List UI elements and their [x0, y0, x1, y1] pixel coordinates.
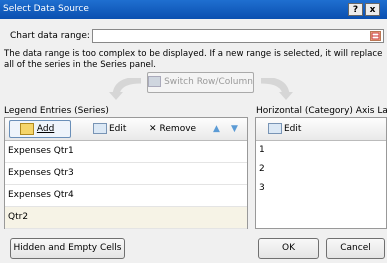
add-series-label: Add — [36, 124, 55, 134]
close-button[interactable]: x — [365, 3, 380, 16]
range-collapse-icon[interactable] — [370, 31, 381, 41]
help-button[interactable]: ? — [348, 3, 363, 16]
edit-series-label: Edit — [109, 124, 127, 134]
title-bar: Select Data Source ? x — [0, 0, 387, 19]
chart-data-range-input[interactable] — [92, 29, 384, 43]
edit-axis-labels-label: Edit — [284, 124, 302, 134]
remove-x-icon: ✕ — [149, 124, 157, 134]
legend-entries-panel: Add Edit ✕ Remove ▲ ▼ Expenses Qtr1 Expen… — [4, 117, 248, 229]
legend-toolbar: Add Edit ✕ Remove ▲ ▼ — [5, 118, 247, 141]
left-curve-arrow — [108, 76, 144, 100]
edit-pencil-icon — [93, 123, 107, 134]
cancel-button[interactable]: Cancel — [326, 238, 385, 259]
series-list: Expenses Qtr1 Expenses Qtr3 Expenses Qtr… — [5, 141, 247, 229]
axis-label-item[interactable]: 1 — [256, 141, 386, 160]
window-title: Select Data Source — [3, 4, 89, 14]
legend-entries-heading: Legend Entries (Series) — [4, 106, 109, 116]
series-item-selected[interactable]: Qtr2 — [5, 207, 247, 229]
axis-labels-panel: Edit 1 2 3 — [255, 117, 387, 229]
edit-axis-labels-button[interactable]: Edit — [268, 121, 301, 137]
series-item[interactable]: Expenses Qtr4 — [5, 185, 247, 207]
switch-row-column-label: Switch Row/Column — [164, 77, 253, 87]
series-item[interactable]: Expenses Qtr3 — [5, 163, 247, 185]
axis-toolbar: Edit — [256, 118, 386, 141]
remove-series-button[interactable]: ✕ Remove — [149, 121, 196, 137]
switch-row-column-button[interactable]: Switch Row/Column — [147, 72, 254, 93]
ok-button[interactable]: OK — [258, 238, 319, 259]
axis-labels-heading: Horizontal (Category) Axis Labels — [256, 106, 387, 116]
series-item[interactable]: Expenses Qtr1 — [5, 141, 247, 163]
range-message: The data range is too complex to be disp… — [4, 49, 383, 70]
chart-data-range-label: Chart data range: — [10, 31, 90, 41]
remove-series-label: Remove — [159, 124, 197, 134]
right-curve-arrow — [258, 76, 294, 100]
add-series-button[interactable]: Add — [9, 120, 71, 138]
edit-pencil-icon — [268, 123, 282, 134]
move-down-icon[interactable]: ▼ — [231, 121, 238, 137]
hidden-empty-cells-button[interactable]: Hidden and Empty Cells — [10, 238, 125, 259]
edit-series-button[interactable]: Edit — [93, 121, 126, 137]
axis-label-item[interactable]: 3 — [256, 179, 386, 198]
axis-label-list: 1 2 3 — [256, 141, 386, 198]
move-up-icon[interactable]: ▲ — [213, 121, 220, 137]
add-series-icon — [20, 122, 34, 135]
axis-label-item[interactable]: 2 — [256, 160, 386, 179]
switch-icon — [148, 76, 162, 87]
